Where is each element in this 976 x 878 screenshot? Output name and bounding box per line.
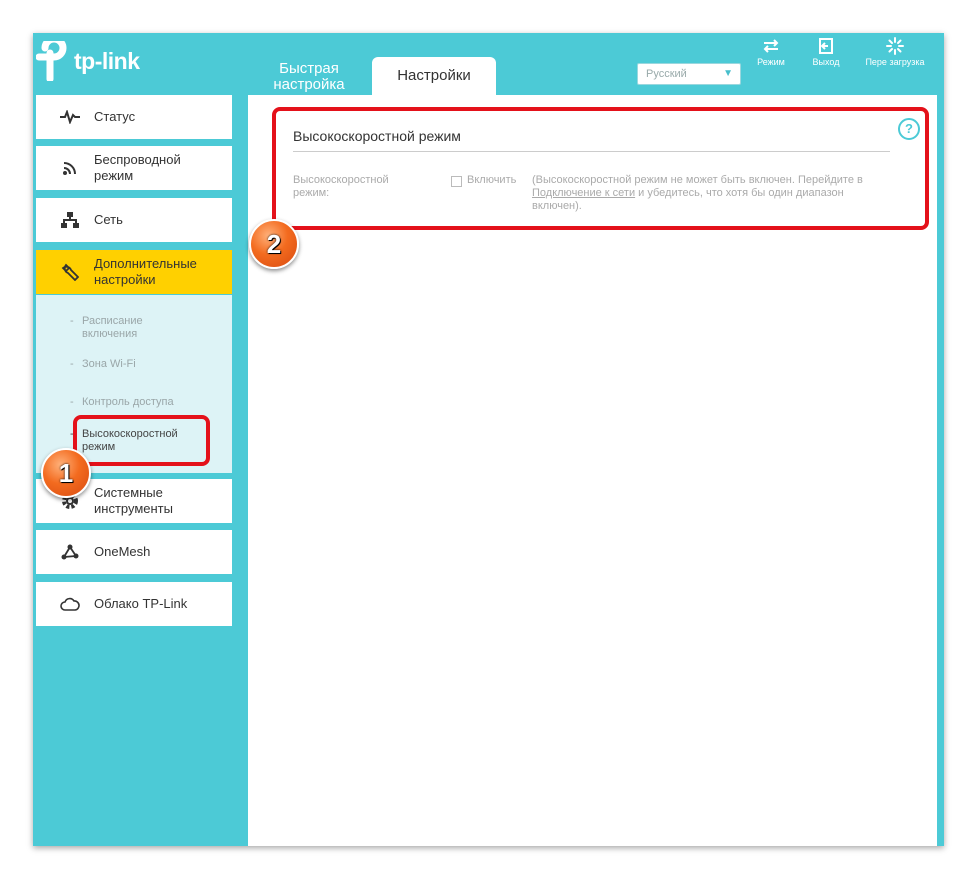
submenu-item-access-control[interactable]: - Контроль доступа bbox=[70, 396, 174, 409]
logo-text: tp-link bbox=[74, 47, 140, 74]
logout-icon bbox=[819, 38, 833, 54]
tab-settings[interactable]: Настройки bbox=[372, 57, 496, 95]
language-selected: Русский bbox=[646, 68, 687, 80]
submenu-item-wifi-zone[interactable]: - Зона Wi-Fi bbox=[70, 358, 136, 371]
mode-label: Режим bbox=[757, 57, 785, 67]
submenu-item-schedule[interactable]: - Расписание включения bbox=[70, 315, 192, 341]
reboot-icon bbox=[886, 37, 904, 55]
sidebar-item-label: Дополнительные настройки bbox=[94, 256, 197, 287]
highlight-box-1 bbox=[73, 415, 210, 466]
logout-button[interactable]: Выход bbox=[804, 37, 848, 67]
sidebar-item-label: Статус bbox=[94, 109, 136, 124]
sidebar-item-cloud[interactable]: Облако TP-Link bbox=[36, 582, 232, 626]
pulse-icon bbox=[60, 107, 80, 127]
sidebar-item-network[interactable]: Сеть bbox=[36, 198, 232, 242]
tp-link-logo-icon bbox=[36, 41, 67, 81]
mode-button[interactable]: Режим bbox=[749, 37, 793, 67]
highlight-box-2 bbox=[272, 107, 929, 230]
step-badge-1: 1 bbox=[41, 448, 91, 498]
sidebar-item-status[interactable]: Статус bbox=[36, 95, 232, 139]
sidebar-item-label: Беспроводной режим bbox=[94, 152, 181, 183]
sidebar-item-label: Сеть bbox=[94, 212, 123, 227]
sidebar-item-label: Облако TP-Link bbox=[94, 596, 188, 611]
submenu-item-label: Расписание включения bbox=[82, 315, 143, 340]
language-select[interactable]: Русский ▼ bbox=[637, 63, 741, 85]
mesh-icon bbox=[60, 542, 80, 562]
logout-label: Выход bbox=[812, 57, 840, 67]
sidebar-item-label: OneMesh bbox=[94, 544, 151, 559]
sidebar-item-label: Системные инструменты bbox=[94, 485, 173, 516]
tab-quick-setup[interactable]: Быстрая настройка bbox=[258, 57, 360, 95]
cloud-icon bbox=[60, 594, 80, 614]
sidebar-item-advanced[interactable]: Дополнительные настройки bbox=[36, 250, 232, 294]
wifi-icon bbox=[60, 158, 80, 178]
network-icon bbox=[60, 210, 80, 230]
submenu-item-label: Контроль доступа bbox=[82, 396, 174, 408]
sidebar-item-wireless[interactable]: Беспроводной режим bbox=[36, 146, 232, 190]
swap-icon bbox=[763, 39, 779, 53]
tp-link-logo: tp-link bbox=[36, 41, 140, 81]
submenu-item-label: Зона Wi-Fi bbox=[82, 358, 136, 370]
chevron-down-icon: ▼ bbox=[723, 68, 733, 79]
sidebar-item-onemesh[interactable]: OneMesh bbox=[36, 530, 232, 574]
reboot-label: Пере загрузка bbox=[865, 57, 925, 67]
wrench-icon bbox=[60, 262, 80, 282]
reboot-button[interactable]: Пере загрузка bbox=[859, 37, 931, 67]
step-badge-2: 2 bbox=[249, 219, 299, 269]
